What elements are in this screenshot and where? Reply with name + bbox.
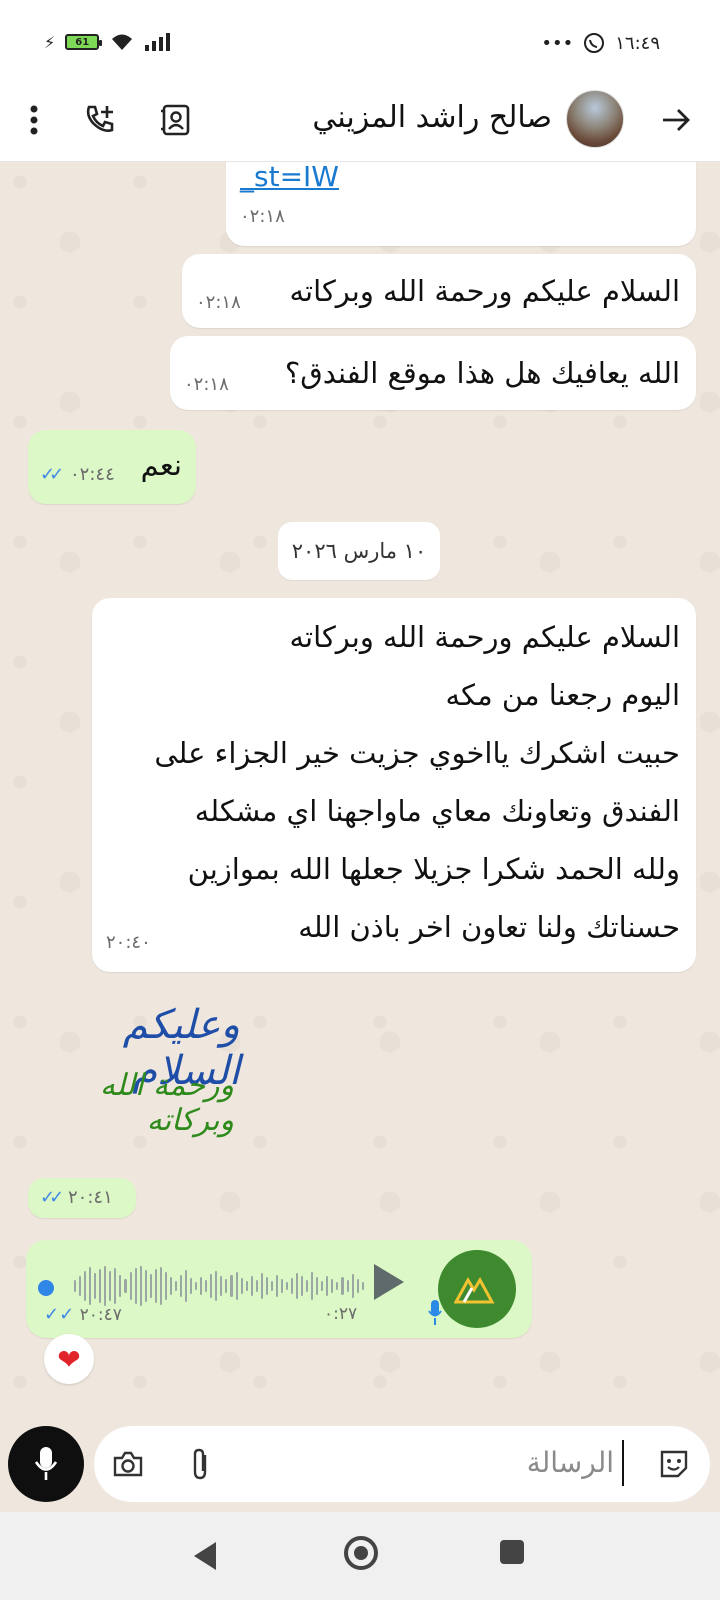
system-nav-bar [0, 1512, 720, 1600]
sender-avatar [438, 1250, 516, 1328]
heart-reaction-icon[interactable]: ❤ [44, 1334, 94, 1384]
message-bubble-incoming[interactable]: السلام عليكم ورحمة الله وبركاته اليوم رج… [92, 598, 696, 972]
voice-time-value: ٢٠:٤٧ [79, 1305, 122, 1325]
battery-icon: 61 [65, 34, 103, 50]
attach-icon[interactable] [178, 1442, 222, 1486]
wifi-icon [112, 34, 133, 50]
message-bubble-incoming[interactable]: _st=IW ٠٢:١٨ [226, 162, 696, 246]
mic-icon [428, 1300, 448, 1330]
message-bubble-incoming[interactable]: السلام عليكم ورحمة الله وبركاته ٠٢:١٨ [182, 254, 696, 328]
status-bar: ⚡ 61 ••• ١٦:٤٩ [0, 0, 720, 80]
audio-waveform[interactable] [74, 1264, 364, 1308]
battery-level: 61 [75, 36, 90, 48]
greeting-sticker[interactable]: وعليكم السلام ورحمة الله وبركاته [30, 1002, 240, 1138]
message-text-block: السلام عليكم ورحمة الله وبركاته اليوم رج… [100, 608, 680, 956]
message-line: الفندق وتعاونك معاي ماواجهنا اي مشكله [194, 794, 680, 828]
message-input-bar[interactable]: الرسالة [94, 1426, 710, 1502]
message-line: السلام عليكم ورحمة الله وبركاته [289, 620, 681, 654]
clock: ١٦:٤٩ [615, 32, 660, 54]
text-caret [622, 1440, 624, 1486]
status-icons-right: ••• ١٦:٤٩ [541, 32, 660, 54]
message-time: ٢٠:٤١ [68, 1187, 113, 1208]
message-time: ٢٠:٤٠ [106, 932, 151, 953]
voice-record-button[interactable] [8, 1426, 84, 1502]
chat-header: صالح راشد المزيني [0, 80, 720, 162]
date-separator: ١٠ مارس ٢٠٢٦ [278, 522, 440, 580]
chat-area[interactable]: _st=IW ٠٢:١٨ السلام عليكم ورحمة الله وبر… [0, 162, 720, 1422]
message-text: نعم [140, 448, 182, 482]
charging-icon: ⚡ [44, 32, 56, 52]
message-line: حسناتك ولنا تعاون اخر باذن الله [298, 910, 680, 944]
message-link[interactable]: _st=IW [240, 162, 339, 193]
message-bubble-outgoing[interactable]: نعم ٠٢:٤٤ ✓✓ [28, 430, 196, 504]
message-text: الله يعافيك هل هذا موقع الفندق؟ [284, 356, 680, 390]
contact-avatar[interactable] [566, 90, 624, 148]
status-icons-left: ⚡ 61 [44, 32, 171, 52]
nav-home-icon[interactable] [344, 1536, 378, 1570]
sticker-text-line2: ورحمة الله وبركاته [100, 1068, 234, 1138]
play-icon[interactable] [370, 1262, 410, 1306]
message-time: ٠٢:١٨ [196, 292, 241, 313]
sticker-time-badge: ٢٠:٤١ ✓✓ [28, 1178, 136, 1218]
notification-dots: ••• [541, 32, 574, 54]
add-call-icon[interactable] [78, 98, 122, 142]
signal-icon [145, 33, 171, 51]
nav-recents-icon[interactable] [500, 1540, 524, 1564]
camera-icon[interactable] [106, 1442, 150, 1486]
read-ticks-icon: ✓✓ [40, 464, 64, 485]
whatsapp-notification-icon [584, 33, 605, 53]
message-time: ✓✓ ٢٠:٤٧ [44, 1304, 122, 1325]
message-time: ٠٢:١٨ [240, 206, 285, 227]
message-text: السلام عليكم ورحمة الله وبركاته [289, 274, 681, 308]
voice-message[interactable]: ٠:٢٧ ✓✓ ٢٠:٤٧ [26, 1240, 532, 1338]
nav-back-icon[interactable] [194, 1542, 216, 1570]
playback-position-dot[interactable] [38, 1280, 54, 1296]
message-input[interactable]: الرسالة [527, 1446, 614, 1479]
sticker-icon[interactable] [652, 1442, 696, 1486]
contact-card-icon[interactable] [154, 98, 198, 142]
message-bubble-incoming[interactable]: الله يعافيك هل هذا موقع الفندق؟ ٠٢:١٨ [170, 336, 696, 410]
back-arrow-icon[interactable] [654, 98, 698, 142]
read-ticks-icon: ✓✓ [44, 1304, 80, 1325]
message-line: اليوم رجعنا من مكه [445, 678, 680, 712]
message-time: ٠٢:١٨ [184, 374, 229, 395]
more-vert-icon[interactable] [12, 98, 56, 142]
message-time: ٠٢:٤٤ [70, 464, 115, 485]
message-line: ولله الحمد شكرا جزيلا جعلها الله بموازين [187, 852, 680, 886]
message-line: حبيت اشكرك يااخوي جزيت خير الجزاء على [154, 736, 680, 770]
contact-name[interactable]: صالح راشد المزيني [312, 100, 552, 135]
read-ticks-icon: ✓✓ [40, 1187, 64, 1208]
voice-duration: ٠:٢٧ [324, 1304, 358, 1324]
mic-icon [35, 1447, 57, 1480]
